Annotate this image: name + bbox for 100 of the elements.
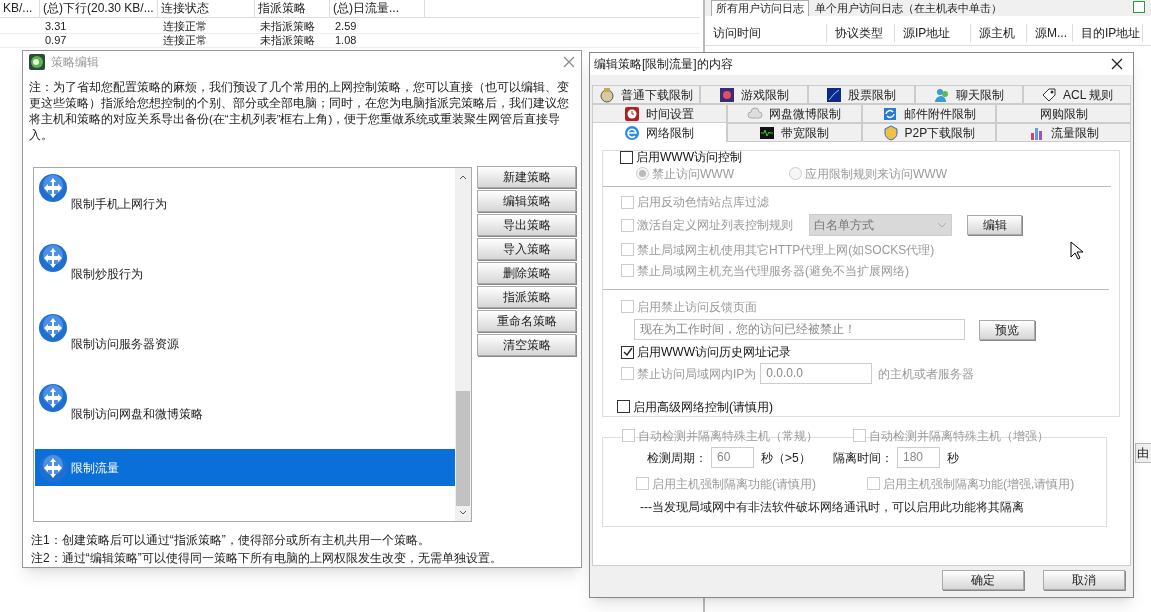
tab[interactable]: 聊天限制 [915,85,1024,104]
tab[interactable]: 邮件附件限制 [861,104,997,123]
monitor-icon [759,124,776,141]
policy-item[interactable]: 限制访问服务器资源 [35,309,455,379]
note-text: 注：为了省却您配置策略的麻烦，我们预设了几个常用的上网控制策略，您可以直接（也可以编辑、变更这些策略）指派给您想控制的个别、部分或全部电脑；同时，在您为电脑指派完策略后，我们建议您将主机和策略的对应关系导出备份(在“主机列表”框右上角)，便于您重做系统或重装聚生网管后直接导入。 [29,80,570,143]
move-icon [38,243,68,273]
window-title: 编辑策略[限制流量]的内容 [594,56,734,73]
app-icon [29,54,45,70]
checkbox-label: 激活自定义网址列表控制规则 [637,217,793,234]
close-icon [563,56,575,68]
table-cell: 2.59 [335,20,357,32]
table-cell: 连接正常 [163,34,207,46]
tab[interactable]: 股票限制 [807,85,916,104]
cloud-icon [747,105,764,122]
cursor-icon [1070,241,1084,261]
column-header[interactable]: 目的IP地址 [1073,23,1143,42]
tab[interactable]: 带宽限制 [726,123,862,142]
policy-button[interactable]: 新建策略 [477,166,576,188]
tab[interactable]: P2P下载限制 [861,123,997,142]
checkbox-label: 自动检测并隔离特殊主机（常规） [638,427,818,445]
bag-icon [598,86,615,103]
tab[interactable]: 网购限制 [996,104,1131,123]
policy-button[interactable]: 编辑策略 [477,190,576,212]
checkbox-label: 启用反动色情站点库过滤 [637,194,769,211]
field-suffix: 的主机或者服务器 [878,365,975,383]
input-field[interactable]: 60 [711,447,754,468]
input-field[interactable]: 180 [897,447,940,468]
check-icon [622,347,633,357]
hint-text: ---当发现局域网中有非法软件破坏网络通讯时，可以启用此功能将其隔离 [640,499,1025,516]
policy-button[interactable]: 删除策略 [477,262,576,284]
tab[interactable]: 网盘微博限制 [726,104,862,123]
policy-item[interactable]: 限制流量 [35,449,455,486]
tab[interactable]: ACL 规则 [1023,85,1131,104]
column-header[interactable]: KB/... [0,0,40,17]
sync-icon [881,105,898,122]
column-header[interactable]: 访问时间 [705,23,827,42]
checkbox-label: 禁止访问局域网内IP为 [637,365,757,383]
move-icon [38,173,68,203]
table-cell: 1.08 [335,34,357,46]
caret-icon [937,222,947,228]
policy-button[interactable]: 清空策略 [477,334,576,356]
table-cell: 未指派策略 [260,20,315,32]
checkbox-label: 启用WWW访问控制 [636,149,742,166]
scrollbar-thumb[interactable] [456,391,470,506]
table-cell: 0.97 [45,34,67,46]
close-icon [1111,58,1123,70]
radio-label: 禁止访问WWW [652,165,734,183]
checkbox[interactable] [621,345,634,359]
checkbox-label: 禁止局域网主机使用其它HTTP代理上网(如SOCKS代理) [637,241,935,259]
log-tab[interactable]: 单个用户访问日志（在主机表中单击） [811,1,1006,16]
policy-item[interactable]: 限制访问网盘和微博策略 [35,379,455,449]
checkbox[interactable] [1133,1,1145,13]
column-header[interactable]: (总)日流量... [330,0,425,17]
tab[interactable]: 游戏限制 [699,85,808,104]
move-icon [38,313,68,343]
tab[interactable]: 时间设置 [592,104,727,123]
scrollbar[interactable] [455,168,471,521]
people-icon [934,86,951,103]
field-label: 隔离时间： [833,449,893,467]
tab[interactable]: 网络限制 [592,122,727,142]
button[interactable]: 确定 [942,570,1024,590]
button[interactable]: 由 [1135,443,1151,463]
table-cell: 3.31 [45,20,67,32]
tab[interactable]: 流量限制 [996,123,1131,142]
browser-icon [624,124,641,141]
column-header[interactable]: 源IP地址 [895,23,971,42]
tag-icon [1040,86,1057,103]
checkbox-label: 启用主机强制隔离功能(增强,请慎用) [883,475,1075,493]
checkbox[interactable] [620,150,633,164]
column-header[interactable]: 协议类型 [827,23,895,42]
table-cell: 连接正常 [163,20,207,32]
checkbox-label: 启用WWW访问历史网址记录 [637,344,791,361]
game-icon [718,86,735,103]
unit-label: 秒（>5） [761,449,812,467]
clock-icon [624,105,641,122]
column-header[interactable]: 指派策略 [255,0,330,17]
checkbox-label: 启用主机强制隔离功能(请慎用) [652,475,816,493]
policy-item[interactable]: 限制炒股行为 [35,239,455,309]
log-tab[interactable]: 所有用户访问日志 [711,0,809,16]
checkbox-label: 启用禁止访问反馈页面 [637,298,757,316]
footnote: 注1：创建策略后可以通过“指派策略”，使得部分或所有主机共用一个策略。 [31,532,431,548]
window-title: 策略编辑 [51,54,100,71]
policy-button[interactable]: 导出策略 [477,214,576,236]
radio-label: 应用限制规则来访问WWW [805,165,947,183]
policy-button[interactable]: 导入策略 [477,238,576,260]
column-header[interactable]: 源M... [1027,23,1073,42]
tab[interactable]: 普通下载限制 [592,85,700,104]
column-header[interactable]: 源主机 [971,23,1027,42]
policy-item[interactable]: 限制手机上网行为 [35,169,455,239]
checkbox-label: 自动检测并隔离特殊主机（增强） [869,427,1049,445]
column-header[interactable]: (总)下行(20.30 KB/... [40,0,158,17]
column-header[interactable]: 连接状态 [158,0,255,17]
checkbox-label: 启用高级网络控制(请慎用) [633,398,773,416]
field-label: 检测周期： [647,449,707,467]
checkbox-label: 禁止局域网主机充当代理服务器(避免不当扩展网络) [637,262,909,280]
policy-button[interactable]: 指派策略 [477,286,576,308]
checkbox[interactable] [617,400,630,413]
button[interactable]: 取消 [1043,570,1125,590]
table-cell: 未指派策略 [260,34,315,46]
policy-button[interactable]: 重命名策略 [477,310,576,332]
